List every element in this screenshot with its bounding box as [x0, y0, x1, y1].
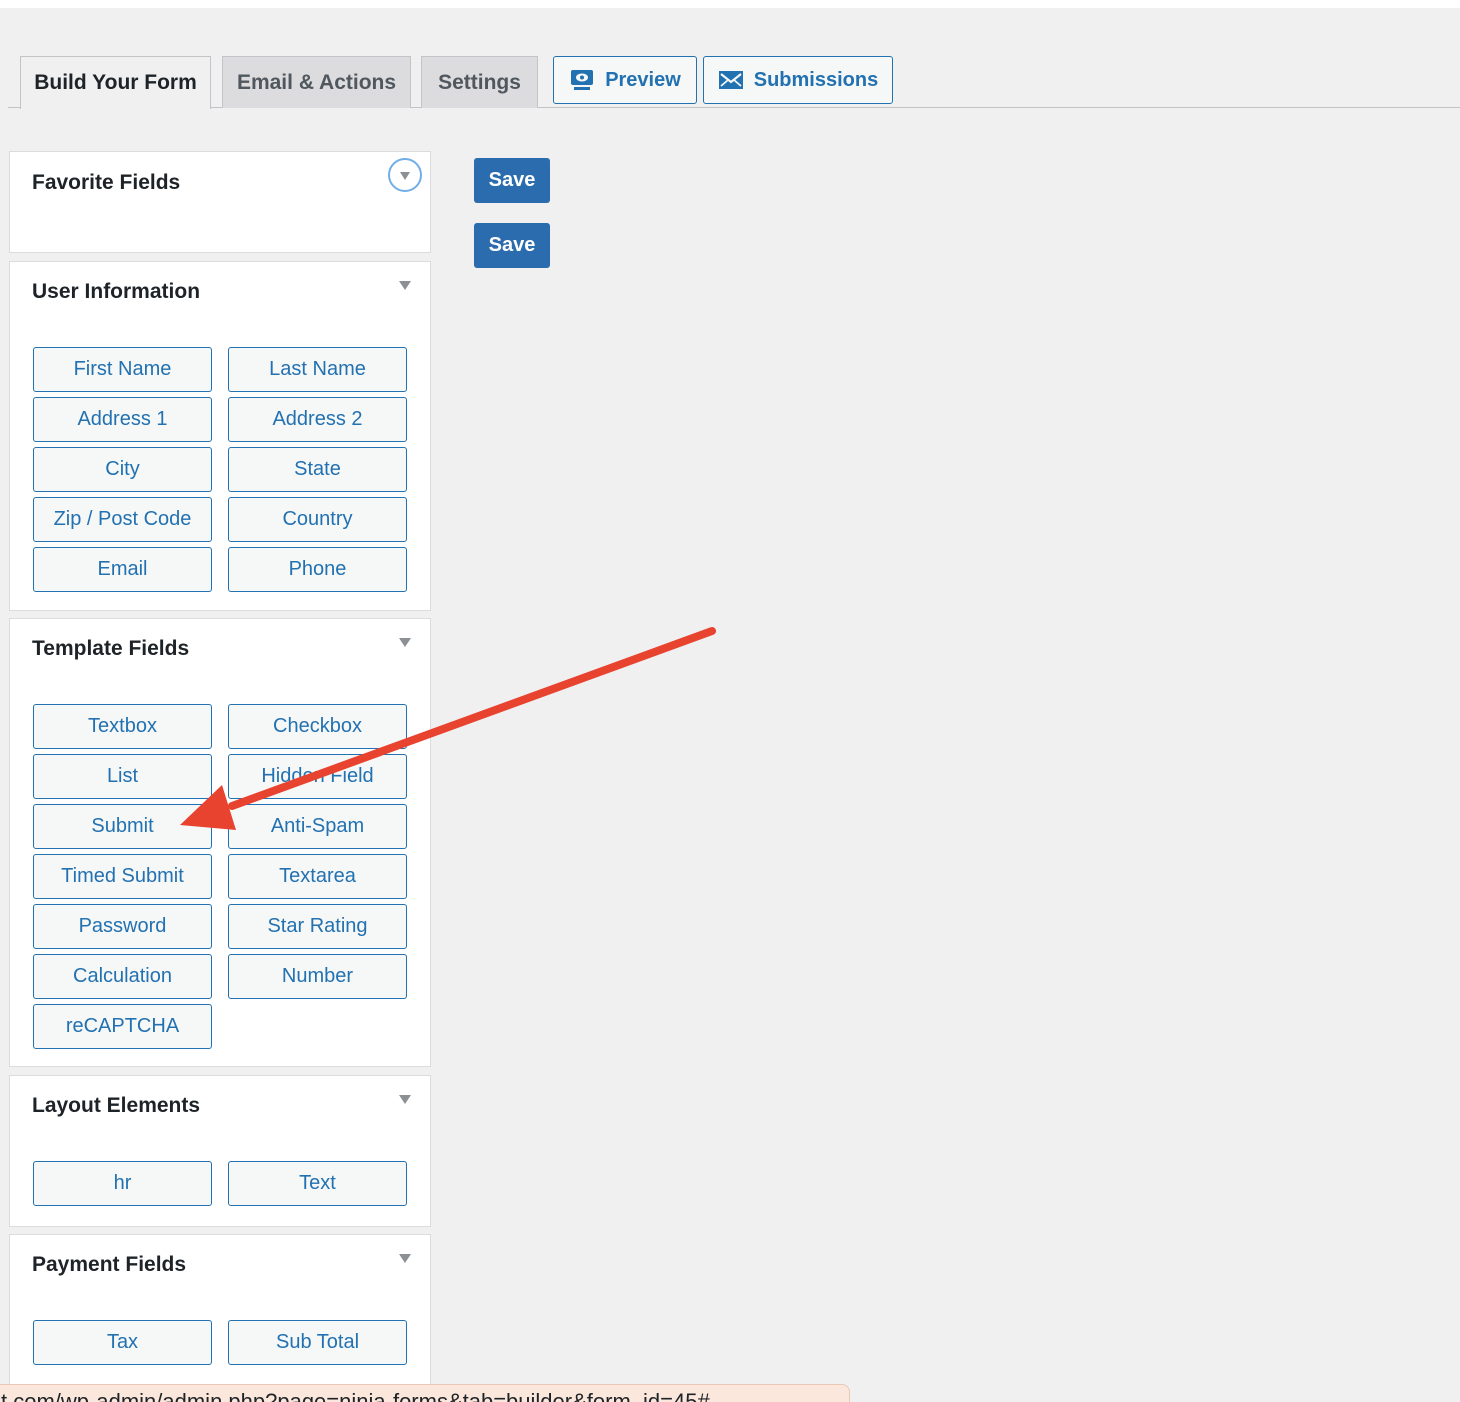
collapse-triangle-icon[interactable] [399, 1254, 411, 1264]
tab-settings[interactable]: Settings [421, 56, 538, 108]
field-button-last-name[interactable]: Last Name [228, 347, 407, 392]
field-button-sub-total[interactable]: Sub Total [228, 1320, 407, 1365]
panel-layout-elements: Layout Elements hr Text [9, 1075, 431, 1227]
field-button-timed-submit[interactable]: Timed Submit [33, 854, 212, 899]
submissions-label: Submissions [753, 68, 879, 91]
field-button-tax[interactable]: Tax [33, 1320, 212, 1365]
tab-build-your-form[interactable]: Build Your Form [20, 56, 211, 109]
panel-user-information: User Information First Name Last Name Addr… [9, 261, 431, 611]
collapse-chevron-icon[interactable] [388, 158, 422, 192]
panel-title-payment-fields: Payment Fields [32, 1253, 187, 1276]
panel-title-user-information: User Information [32, 280, 201, 303]
field-button-country[interactable]: Country [228, 497, 407, 542]
field-button-recaptcha[interactable]: reCAPTCHA [33, 1004, 212, 1049]
field-grid-template-fields: Textbox Checkbox List Hidden Field Submit Ant… [33, 704, 407, 1049]
save-button-top[interactable]: Save [474, 158, 550, 203]
tab-email-actions[interactable]: Email & Actions [222, 56, 411, 108]
collapse-triangle-icon[interactable] [399, 281, 411, 291]
field-button-star-rating[interactable]: Star Rating [228, 904, 407, 949]
panel-favorite-fields: Favorite Fields [9, 151, 431, 253]
panel-payment-fields: Payment Fields Tax Sub Total [9, 1234, 431, 1402]
field-button-state[interactable]: State [228, 447, 407, 492]
panel-title-template-fields: Template Fields [32, 637, 190, 660]
field-button-address-2[interactable]: Address 2 [228, 397, 407, 442]
field-button-anti-spam[interactable]: Anti-Spam [228, 804, 407, 849]
field-button-zip-post-code[interactable]: Zip / Post Code [33, 497, 212, 542]
field-button-number[interactable]: Number [228, 954, 407, 999]
field-button-calculation[interactable]: Calculation [33, 954, 212, 999]
field-button-city[interactable]: City [33, 447, 212, 492]
panel-template-fields: Template Fields Textbox Checkbox List Hidde… [9, 618, 431, 1067]
field-button-email[interactable]: Email [33, 547, 212, 592]
field-button-address-1[interactable]: Address 1 [33, 397, 212, 442]
save-button-bottom[interactable]: Save [474, 223, 550, 268]
preview-screen-icon [569, 68, 595, 92]
collapse-triangle-icon[interactable] [399, 1095, 411, 1105]
field-button-textbox[interactable]: Textbox [33, 704, 212, 749]
field-button-phone[interactable]: Phone [228, 547, 407, 592]
envelope-icon [718, 69, 744, 91]
field-button-checkbox[interactable]: Checkbox [228, 704, 407, 749]
field-grid-payment-fields: Tax Sub Total [33, 1320, 407, 1365]
field-button-first-name[interactable]: First Name [33, 347, 212, 392]
panel-title-favorite: Favorite Fields [32, 171, 181, 194]
field-button-hidden-field[interactable]: Hidden Field [228, 754, 407, 799]
field-button-submit[interactable]: Submit [33, 804, 212, 849]
field-grid-user-information: First Name Last Name Address 1 Address 2 Cit… [33, 347, 407, 592]
preview-label: Preview [605, 68, 681, 91]
field-button-hr[interactable]: hr [33, 1161, 212, 1206]
field-button-list[interactable]: List [33, 754, 212, 799]
preview-button[interactable]: Preview [553, 56, 697, 104]
field-grid-layout-elements: hr Text [33, 1161, 407, 1206]
panel-title-layout-elements: Layout Elements [32, 1094, 201, 1117]
collapse-triangle-icon[interactable] [399, 638, 411, 648]
field-button-textarea[interactable]: Textarea [228, 854, 407, 899]
field-button-password[interactable]: Password [33, 904, 212, 949]
submissions-button[interactable]: Submissions [703, 56, 893, 104]
top-strip [0, 0, 1460, 8]
status-url-bar: t.com/wp-admin/admin.php?page=ninja-form… [0, 1384, 850, 1402]
field-button-text[interactable]: Text [228, 1161, 407, 1206]
